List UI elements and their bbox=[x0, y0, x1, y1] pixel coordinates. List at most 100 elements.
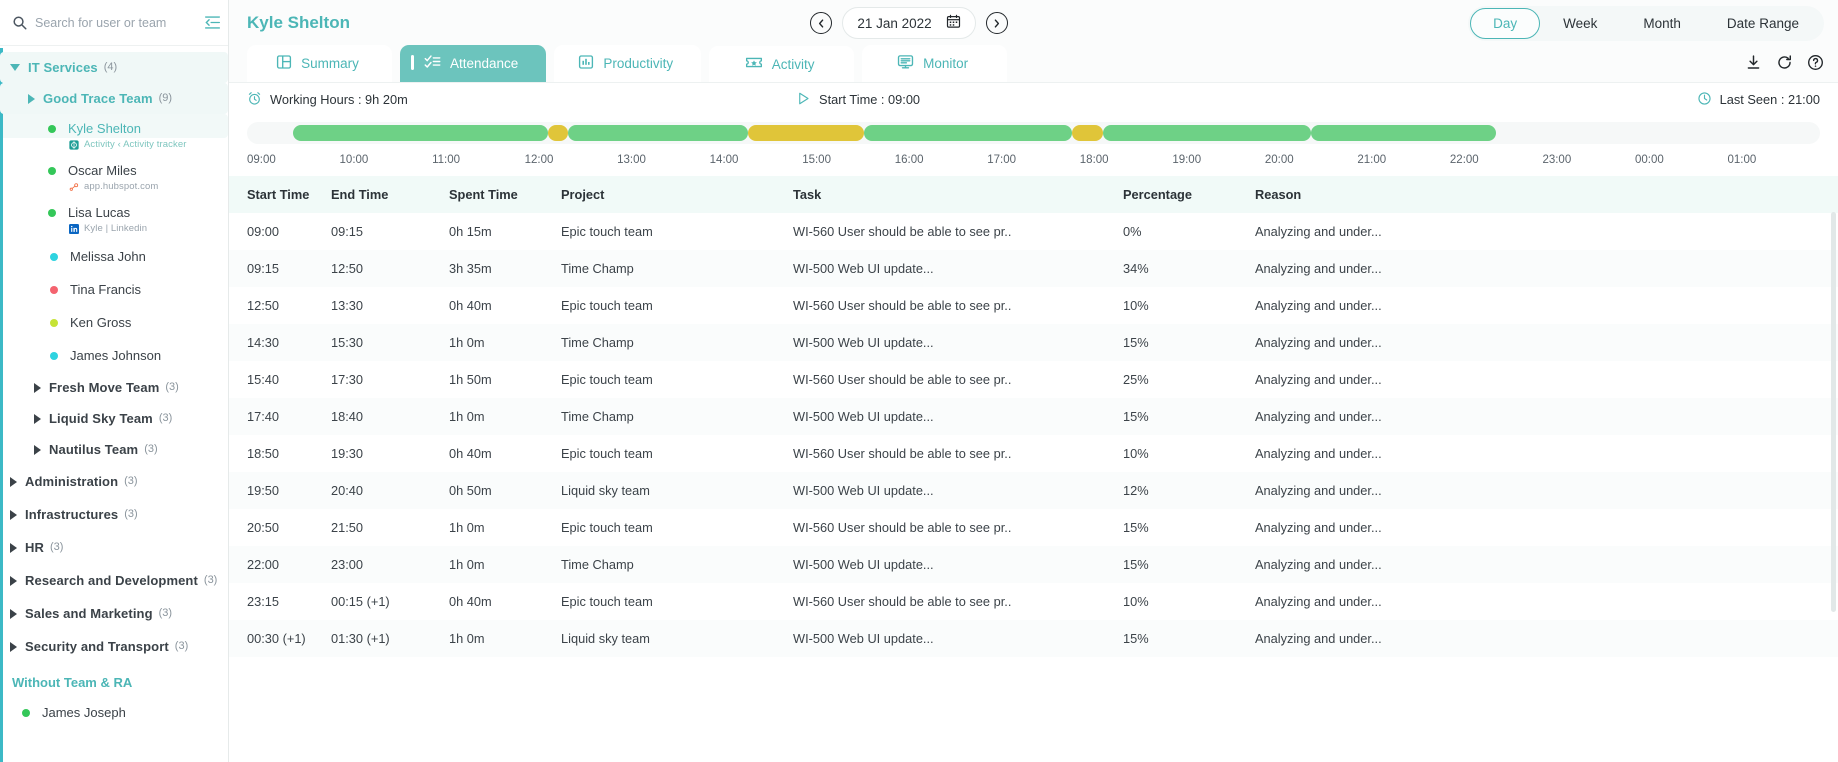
chevron-down-icon bbox=[10, 64, 20, 71]
tab-label: Monitor bbox=[923, 56, 969, 71]
timeline-segment[interactable] bbox=[748, 125, 864, 141]
chevron-right-icon bbox=[10, 641, 17, 652]
collapse-sidebar-icon[interactable] bbox=[204, 15, 221, 30]
table-row[interactable]: 09:15 12:50 3h 35m Time Champ WI-500 Web UI … bbox=[229, 250, 1838, 287]
user-name: James Johnson bbox=[70, 348, 162, 363]
subtitle-text: Activity ‹ Activity tracker bbox=[84, 139, 187, 150]
cell-end: 21:50 bbox=[331, 520, 364, 535]
timeline-segment[interactable] bbox=[1311, 125, 1497, 141]
tab-attendance[interactable]: Attendance bbox=[400, 45, 547, 82]
sidebar-group-liquid-sky-team[interactable]: Liquid Sky Team (3) bbox=[0, 403, 228, 434]
tab-monitor[interactable]: Monitor bbox=[862, 45, 1008, 82]
status-dot bbox=[50, 351, 58, 360]
table-row[interactable]: 22:00 23:00 1h 0m Time Champ WI-500 Web UI u… bbox=[229, 546, 1838, 583]
table-row[interactable]: 09:00 09:15 0h 15m Epic touch team WI-560 Us… bbox=[229, 213, 1838, 250]
sidebar-user-melissa-john[interactable]: Melissa John bbox=[0, 240, 228, 273]
group-count: (3) bbox=[49, 541, 64, 553]
cell-start: 22:00 bbox=[247, 557, 280, 572]
sidebar-user-james-johnson[interactable]: James Johnson bbox=[0, 339, 228, 372]
tab-activity[interactable]: Activity bbox=[709, 46, 855, 82]
table-row[interactable]: 23:15 00:15 (+1) 0h 40m Epic touch team WI-5… bbox=[229, 583, 1838, 620]
timeline-segment[interactable] bbox=[1072, 125, 1103, 141]
cell-task: WI-560 User should be able to see pr.. bbox=[793, 298, 1012, 313]
range-month-button[interactable]: Month bbox=[1620, 8, 1704, 39]
group-label: IT Services bbox=[28, 60, 98, 75]
sidebar-group-it-services[interactable]: IT Services (4) bbox=[0, 52, 228, 83]
cell-task: WI-500 Web UI update... bbox=[793, 483, 934, 498]
sidebar-user-tina-francis[interactable]: Tina Francis bbox=[0, 273, 228, 306]
cell-project: Liquid sky team bbox=[561, 631, 650, 646]
sidebar-group-sales-and-marketing[interactable]: Sales and Marketing (3) bbox=[0, 597, 228, 630]
sidebar-user-kyle-shelton[interactable]: Kyle Shelton bbox=[0, 114, 228, 138]
column-header-end-time[interactable]: End Time bbox=[331, 176, 449, 213]
column-header-task[interactable]: Task bbox=[793, 176, 1123, 213]
main-panel: Kyle Shelton 21 Jan 2022 Day Week Month … bbox=[229, 0, 1838, 762]
chevron-right-icon bbox=[34, 382, 41, 393]
column-header-project[interactable]: Project bbox=[561, 176, 793, 213]
column-header-spent-time[interactable]: Spent Time bbox=[449, 176, 561, 213]
app-root: IT Services (4) Good Trace Team (9) Kyle… bbox=[0, 0, 1838, 762]
table-row[interactable]: 00:30 (+1) 01:30 (+1) 1h 0m Liquid sky team… bbox=[229, 620, 1838, 657]
group-label: Liquid Sky Team bbox=[49, 411, 153, 426]
group-label: Good Trace Team bbox=[43, 91, 153, 106]
table-scrollbar[interactable] bbox=[1831, 212, 1836, 612]
table-row[interactable]: 18:50 19:30 0h 40m Epic touch team WI-560 Us… bbox=[229, 435, 1838, 472]
range-day-button[interactable]: Day bbox=[1470, 7, 1541, 39]
sidebar-group-good-trace-team[interactable]: Good Trace Team (9) bbox=[0, 83, 228, 114]
timeline-segment[interactable] bbox=[1102, 125, 1312, 141]
download-icon[interactable] bbox=[1745, 54, 1762, 76]
axis-tick: 18:00 bbox=[1079, 154, 1109, 166]
cell-end: 15:30 bbox=[331, 335, 364, 350]
table-row[interactable]: 20:50 21:50 1h 0m Epic touch team WI-560 Use… bbox=[229, 509, 1838, 546]
timeline-segment[interactable] bbox=[863, 125, 1073, 141]
axis-tick: 14:00 bbox=[709, 154, 739, 166]
sidebar-group-infrastructures[interactable]: Infrastructures (3) bbox=[0, 498, 228, 531]
sidebar-user-ken-gross[interactable]: Ken Gross bbox=[0, 306, 228, 339]
sidebar-user-oscar-miles[interactable]: Oscar Miles bbox=[0, 156, 228, 180]
user-name: Ken Gross bbox=[70, 315, 132, 330]
cell-end: 20:40 bbox=[331, 483, 364, 498]
next-day-button[interactable] bbox=[985, 12, 1008, 34]
sidebar: IT Services (4) Good Trace Team (9) Kyle… bbox=[0, 0, 229, 762]
help-icon[interactable] bbox=[1807, 54, 1824, 76]
axis-tick: 19:00 bbox=[1172, 154, 1202, 166]
cell-end: 17:30 bbox=[331, 372, 364, 387]
search-input[interactable] bbox=[35, 15, 196, 30]
timeline-segment[interactable] bbox=[547, 125, 568, 141]
range-date-range-button[interactable]: Date Range bbox=[1704, 8, 1822, 39]
cell-end: 18:40 bbox=[331, 409, 364, 424]
sidebar-group-research-and-development[interactable]: Research and Development (3) bbox=[0, 564, 228, 597]
table-row[interactable]: 19:50 20:40 0h 50m Liquid sky team WI-500 We… bbox=[229, 472, 1838, 509]
column-header-reason[interactable]: Reason bbox=[1255, 176, 1838, 213]
sidebar-user-lisa-lucas[interactable]: Lisa Lucas bbox=[0, 198, 228, 222]
table-row[interactable]: 12:50 13:30 0h 40m Epic touch team WI-560 Us… bbox=[229, 287, 1838, 324]
cell-reason: Analyzing and under... bbox=[1255, 483, 1382, 498]
timeline-bar[interactable] bbox=[247, 122, 1820, 144]
sidebar-group-fresh-move-team[interactable]: Fresh Move Team (3) bbox=[0, 372, 228, 403]
cell-start: 23:15 bbox=[247, 594, 280, 609]
sidebar-group-nautilus-team[interactable]: Nautilus Team (3) bbox=[0, 434, 228, 465]
table-row[interactable]: 15:40 17:30 1h 50m Epic touch team WI-560 Us… bbox=[229, 361, 1838, 398]
timeline-segment[interactable] bbox=[567, 125, 749, 141]
status-dot bbox=[22, 708, 30, 717]
tab-actions bbox=[1745, 54, 1838, 82]
sidebar-user-james-joseph[interactable]: James Joseph bbox=[0, 699, 228, 726]
sidebar-group-security-and-transport[interactable]: Security and Transport (3) bbox=[0, 630, 228, 663]
table-row[interactable]: 14:30 15:30 1h 0m Time Champ WI-500 Web UI u… bbox=[229, 324, 1838, 361]
table-row[interactable]: 17:40 18:40 1h 0m Time Champ WI-500 Web UI u… bbox=[229, 398, 1838, 435]
cell-reason: Analyzing and under... bbox=[1255, 372, 1382, 387]
refresh-icon[interactable] bbox=[1776, 54, 1793, 76]
sidebar-group-hr[interactable]: HR (3) bbox=[0, 531, 228, 564]
tab-summary[interactable]: Summary bbox=[247, 45, 392, 82]
timeline-segment[interactable] bbox=[293, 125, 548, 141]
date-picker[interactable]: 21 Jan 2022 bbox=[842, 7, 976, 39]
timeline-axis-ticks: 09:00 10:00 11:00 12:00 13:00 14:00 15:00 16:00… bbox=[229, 144, 1838, 166]
range-week-button[interactable]: Week bbox=[1540, 8, 1620, 39]
linkedin-icon bbox=[68, 223, 79, 234]
prev-day-button[interactable] bbox=[810, 12, 833, 34]
user-name: Lisa Lucas bbox=[68, 205, 131, 220]
column-header-percentage[interactable]: Percentage bbox=[1123, 176, 1255, 213]
sidebar-group-administration[interactable]: Administration (3) bbox=[0, 465, 228, 498]
column-header-start-time[interactable]: Start Time bbox=[229, 176, 331, 213]
tab-productivity[interactable]: Productivity bbox=[554, 45, 702, 82]
